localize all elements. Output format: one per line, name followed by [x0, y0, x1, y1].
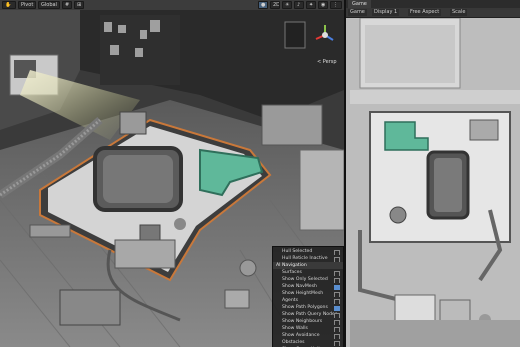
2d-toggle-button[interactable]: 2D — [270, 1, 280, 9]
nav-overlay-row[interactable]: Show Neighbours — [273, 318, 343, 325]
nav-overlay-row[interactable]: Show Avoidance — [273, 332, 343, 339]
scene-visibility-icon[interactable]: ◉ — [318, 1, 328, 9]
audio-toggle-icon[interactable]: ♪ — [294, 1, 304, 9]
game-view: Game Game Display 1 Free Aspect Scale — [346, 0, 520, 347]
game-mode-dropdown[interactable]: Game — [348, 9, 367, 16]
nav-overlay-row[interactable]: Show Path Polygons — [273, 304, 343, 311]
perspective-label[interactable]: < Persp — [317, 59, 337, 65]
display-dropdown[interactable]: Display 1 — [372, 9, 400, 16]
nav-overlay-row[interactable]: Surfaces — [273, 269, 343, 276]
nav-overlay-row[interactable]: Show NavMesh — [273, 283, 343, 290]
nav-overlay-row[interactable]: Show Path Query Nodes — [273, 311, 343, 318]
nav-overlay-row-label: Show Avoidance — [282, 333, 320, 338]
nav-overlay-row-label: AI Navigation — [276, 263, 307, 268]
nav-overlay-row[interactable]: Hull Selected — [273, 248, 343, 255]
ai-navigation-overlay: Hull Selected Hull Reticle Inactive AI Nav… — [272, 246, 344, 347]
pivot-dropdown[interactable]: Pivot — [18, 1, 36, 9]
snap-toggle-icon[interactable]: ⊞ — [74, 1, 84, 9]
game-toolbar: Game Display 1 Free Aspect Scale — [346, 8, 520, 18]
scale-slider-label[interactable]: Scale — [450, 9, 468, 16]
nav-overlay-row-label: Surfaces — [282, 270, 302, 275]
tool-hand-button[interactable]: ✋ — [2, 1, 16, 9]
nav-overlay-row-label: Show Path Polygons — [282, 305, 328, 310]
nav-overlay-row-label: Show Walls — [282, 326, 308, 331]
nav-overlay-row[interactable]: Show Only Selected — [273, 276, 343, 283]
lighting-toggle-icon[interactable]: ☀ — [282, 1, 292, 9]
nav-overlay-row-label: Show HeightMesh — [282, 291, 324, 296]
aspect-dropdown[interactable]: Free Aspect — [408, 9, 442, 16]
effects-toggle-icon[interactable]: ✦ — [306, 1, 316, 9]
scene-view[interactable]: < Persp Hull Selected Hull Reticle Inacti… — [0, 10, 344, 347]
nav-overlay-row-label: Show NavMesh — [282, 284, 317, 289]
shading-mode-icon[interactable]: ● — [258, 1, 268, 9]
nav-overlay-row[interactable]: Show Walls — [273, 325, 343, 332]
nav-overlay-row[interactable]: Obstacles — [273, 339, 343, 346]
game-render — [346, 18, 520, 347]
nav-overlay-row[interactable]: AI Navigation — [273, 262, 343, 269]
gizmos-dropdown[interactable]: ⋮ — [330, 1, 342, 9]
nav-overlay-row-label: Agents — [282, 298, 298, 303]
nav-overlay-row[interactable]: Show HeightMesh — [273, 290, 343, 297]
nav-overlay-row-label: Show Path Query Nodes — [282, 312, 338, 317]
nav-overlay-row-label: Show Neighbours — [282, 319, 323, 324]
nav-overlay-row-label: Show Only Selected — [282, 277, 328, 282]
nav-overlay-row-label: Hull Reticle Inactive — [282, 256, 328, 261]
nav-overlay-row-label: Hull Selected — [282, 249, 313, 254]
tab-game[interactable]: Game — [348, 0, 371, 8]
nav-overlay-row[interactable]: Agents — [273, 297, 343, 304]
nav-overlay-row[interactable]: Hull Reticle Inactive — [273, 255, 343, 262]
grid-toggle-icon[interactable]: # — [62, 1, 72, 9]
global-dropdown[interactable]: Global — [38, 1, 60, 9]
nav-overlay-row-label: Obstacles — [282, 340, 305, 345]
